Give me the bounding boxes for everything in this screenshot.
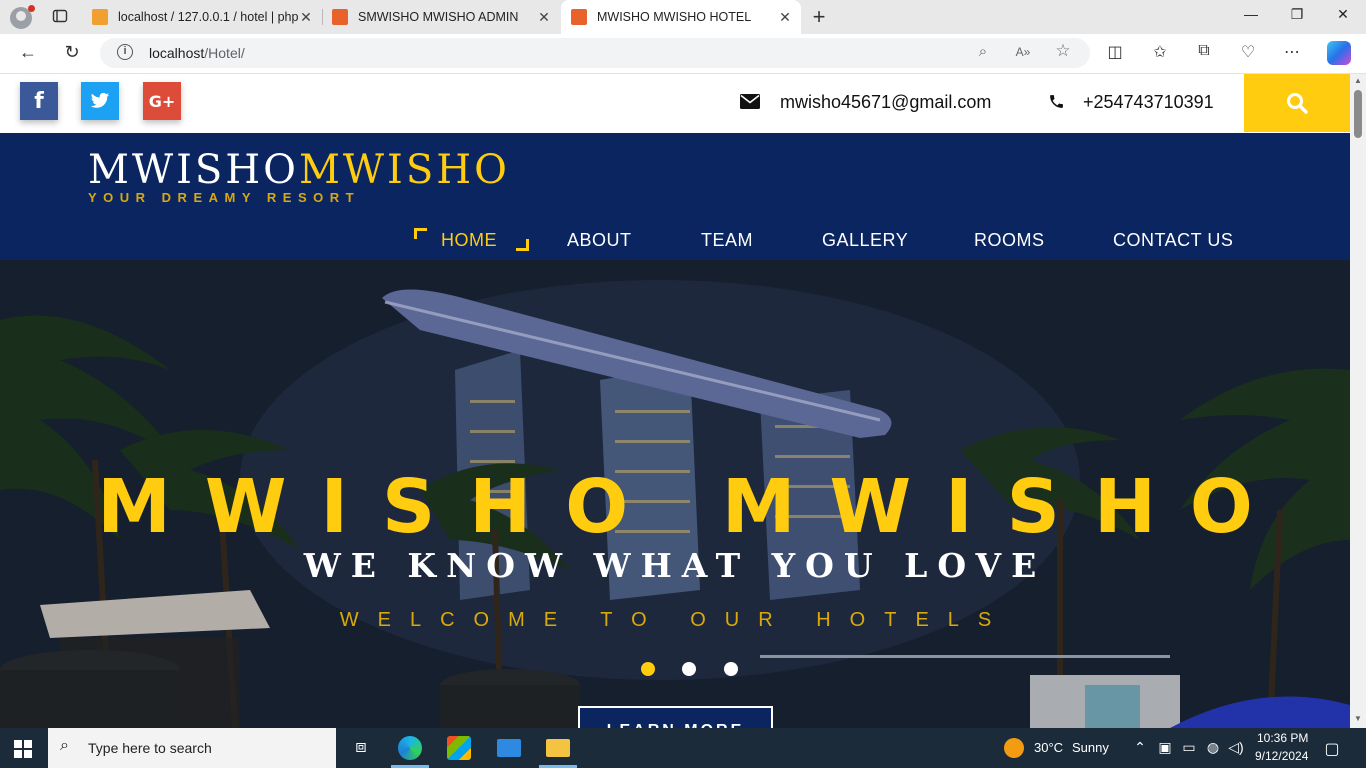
scrollbar-thumb[interactable]	[1354, 90, 1362, 138]
nav-contact-us[interactable]: CONTACT US	[1113, 230, 1233, 251]
web-page: f G+ mwisho45671@gmail.com +254743710391…	[0, 74, 1350, 728]
envelope-icon	[740, 93, 760, 114]
nav-team[interactable]: TEAM	[701, 230, 753, 251]
tab-label: localhost / 127.0.0.1 / hotel | phpM	[118, 10, 298, 24]
network-globe-icon[interactable]: ◍	[1204, 739, 1222, 756]
task-view-icon[interactable]: ⧈	[349, 736, 373, 760]
site-info-icon[interactable]: i	[117, 44, 133, 60]
google-plus-icon[interactable]: G+	[143, 82, 181, 120]
copilot-icon[interactable]	[1327, 41, 1351, 65]
tab-phpmyadmin[interactable]: localhost / 127.0.0.1 / hotel | phpM ✕	[82, 0, 322, 34]
browser-toolbar: ← ↻ i localhost/Hotel/ ⌕ A» ☆ ◫ ✩ ⧉ ♡ ⋯	[0, 34, 1366, 74]
close-tab-icon[interactable]: ✕	[777, 9, 793, 26]
search-button[interactable]	[1244, 74, 1350, 132]
chevron-up-icon[interactable]: ⌃	[1131, 739, 1149, 756]
hero-welcome-text: WELCOME TO OUR HOTELS	[339, 609, 1011, 631]
tab-label: SMWISHO MWISHO ADMIN	[358, 10, 519, 24]
scroll-down-arrow-icon[interactable]: ▼	[1354, 714, 1362, 723]
slider-dot-1[interactable]	[641, 662, 655, 676]
tab-hotel[interactable]: MWISHO MWISHO HOTEL ✕	[561, 0, 801, 34]
notifications-icon[interactable]: ▢	[1323, 739, 1341, 759]
taskbar-search[interactable]: ⌕ Type here to search	[48, 728, 336, 768]
tab-actions-icon[interactable]	[50, 8, 70, 26]
minimize-button[interactable]: —	[1241, 6, 1261, 22]
zoom-icon[interactable]: ⌕	[973, 43, 993, 60]
xampp-favicon-icon	[332, 9, 348, 25]
site-logo[interactable]: MWISHOMWISHO	[88, 147, 510, 193]
nav-gallery[interactable]: GALLERY	[822, 230, 908, 251]
hero-slider: MWISHO MWISHO WE KNOW WHAT YOU LOVE WELC…	[0, 260, 1350, 728]
clock-date[interactable]: 9/12/2024	[1255, 749, 1308, 763]
collections-icon[interactable]: ⧉	[1193, 42, 1215, 60]
taskbar-search-placeholder: Type here to search	[88, 740, 212, 756]
read-aloud-icon[interactable]: A»	[1013, 45, 1033, 59]
favorite-star-icon[interactable]: ☆	[1053, 41, 1073, 61]
hero-subtitle: WE KNOW WHAT YOU LOVE	[303, 546, 1047, 585]
tab-admin[interactable]: SMWISHO MWISHO ADMIN ✕	[322, 0, 560, 34]
edge-icon[interactable]	[398, 736, 422, 760]
address-bar[interactable]: i localhost/Hotel/ ⌕ A» ☆	[100, 38, 1090, 68]
file-explorer-icon[interactable]	[546, 739, 570, 757]
windows-start-icon[interactable]	[14, 740, 32, 758]
weather-description[interactable]: Sunny	[1072, 740, 1109, 755]
nav-about[interactable]: ABOUT	[567, 230, 632, 251]
top-contact-bar: f G+ mwisho45671@gmail.com +254743710391	[0, 74, 1350, 133]
nav-rooms[interactable]: ROOMS	[974, 230, 1045, 251]
scroll-up-arrow-icon[interactable]: ▲	[1354, 76, 1362, 85]
clock-time[interactable]: 10:36 PM	[1257, 731, 1308, 745]
meet-now-icon[interactable]: ▣	[1156, 739, 1174, 756]
mail-icon[interactable]	[497, 739, 521, 757]
twitter-icon[interactable]	[81, 82, 119, 120]
weather-sun-icon[interactable]	[1004, 738, 1024, 758]
store-icon[interactable]	[447, 736, 471, 760]
new-tab-button[interactable]: +	[808, 4, 830, 30]
weather-temperature[interactable]: 30°C	[1034, 740, 1063, 755]
contact-phone[interactable]: +254743710391	[1083, 92, 1214, 113]
page-scrollbar[interactable]: ▲ ▼	[1350, 74, 1366, 728]
url-text[interactable]: localhost/Hotel/	[149, 45, 245, 61]
favorites-icon[interactable]: ✩	[1149, 42, 1171, 62]
close-window-button[interactable]: ✕	[1333, 6, 1353, 23]
volume-icon[interactable]: ◁)	[1227, 739, 1245, 756]
notification-dot	[28, 5, 35, 12]
slider-dot-2[interactable]	[682, 662, 696, 676]
more-menu-icon[interactable]: ⋯	[1281, 42, 1303, 62]
slider-dot-3[interactable]	[724, 662, 738, 676]
learn-more-button[interactable]: LEARN MORE	[578, 706, 773, 728]
battery-icon[interactable]: ▭	[1180, 739, 1198, 756]
tab-label: MWISHO MWISHO HOTEL	[597, 10, 752, 24]
restore-button[interactable]: ❐	[1287, 6, 1307, 23]
contact-email[interactable]: mwisho45671@gmail.com	[780, 92, 991, 113]
active-nav-bracket-top	[414, 228, 427, 239]
browser-essentials-icon[interactable]: ♡	[1237, 42, 1259, 62]
facebook-icon[interactable]: f	[20, 82, 58, 120]
search-icon	[1287, 93, 1308, 114]
nav-home[interactable]: HOME	[441, 230, 497, 251]
split-screen-icon[interactable]: ◫	[1104, 42, 1126, 62]
phone-icon	[1048, 93, 1065, 115]
site-header: MWISHOMWISHO YOUR DREAMY RESORT HOME ABO…	[0, 133, 1350, 260]
hero-title: MWISHO MWISHO	[97, 464, 1287, 550]
browser-tab-bar: localhost / 127.0.0.1 / hotel | phpM ✕ S…	[0, 0, 1366, 34]
search-icon: ⌕	[60, 737, 69, 754]
active-nav-bracket-bottom	[516, 239, 529, 251]
close-tab-icon[interactable]: ✕	[536, 9, 552, 26]
back-arrow-icon[interactable]: ←	[16, 42, 40, 63]
phpmyadmin-favicon-icon	[92, 9, 108, 25]
close-tab-icon[interactable]: ✕	[298, 9, 314, 26]
xampp-favicon-icon	[571, 9, 587, 25]
reload-icon[interactable]: ↻	[60, 42, 84, 63]
site-tagline: YOUR DREAMY RESORT	[88, 190, 361, 205]
